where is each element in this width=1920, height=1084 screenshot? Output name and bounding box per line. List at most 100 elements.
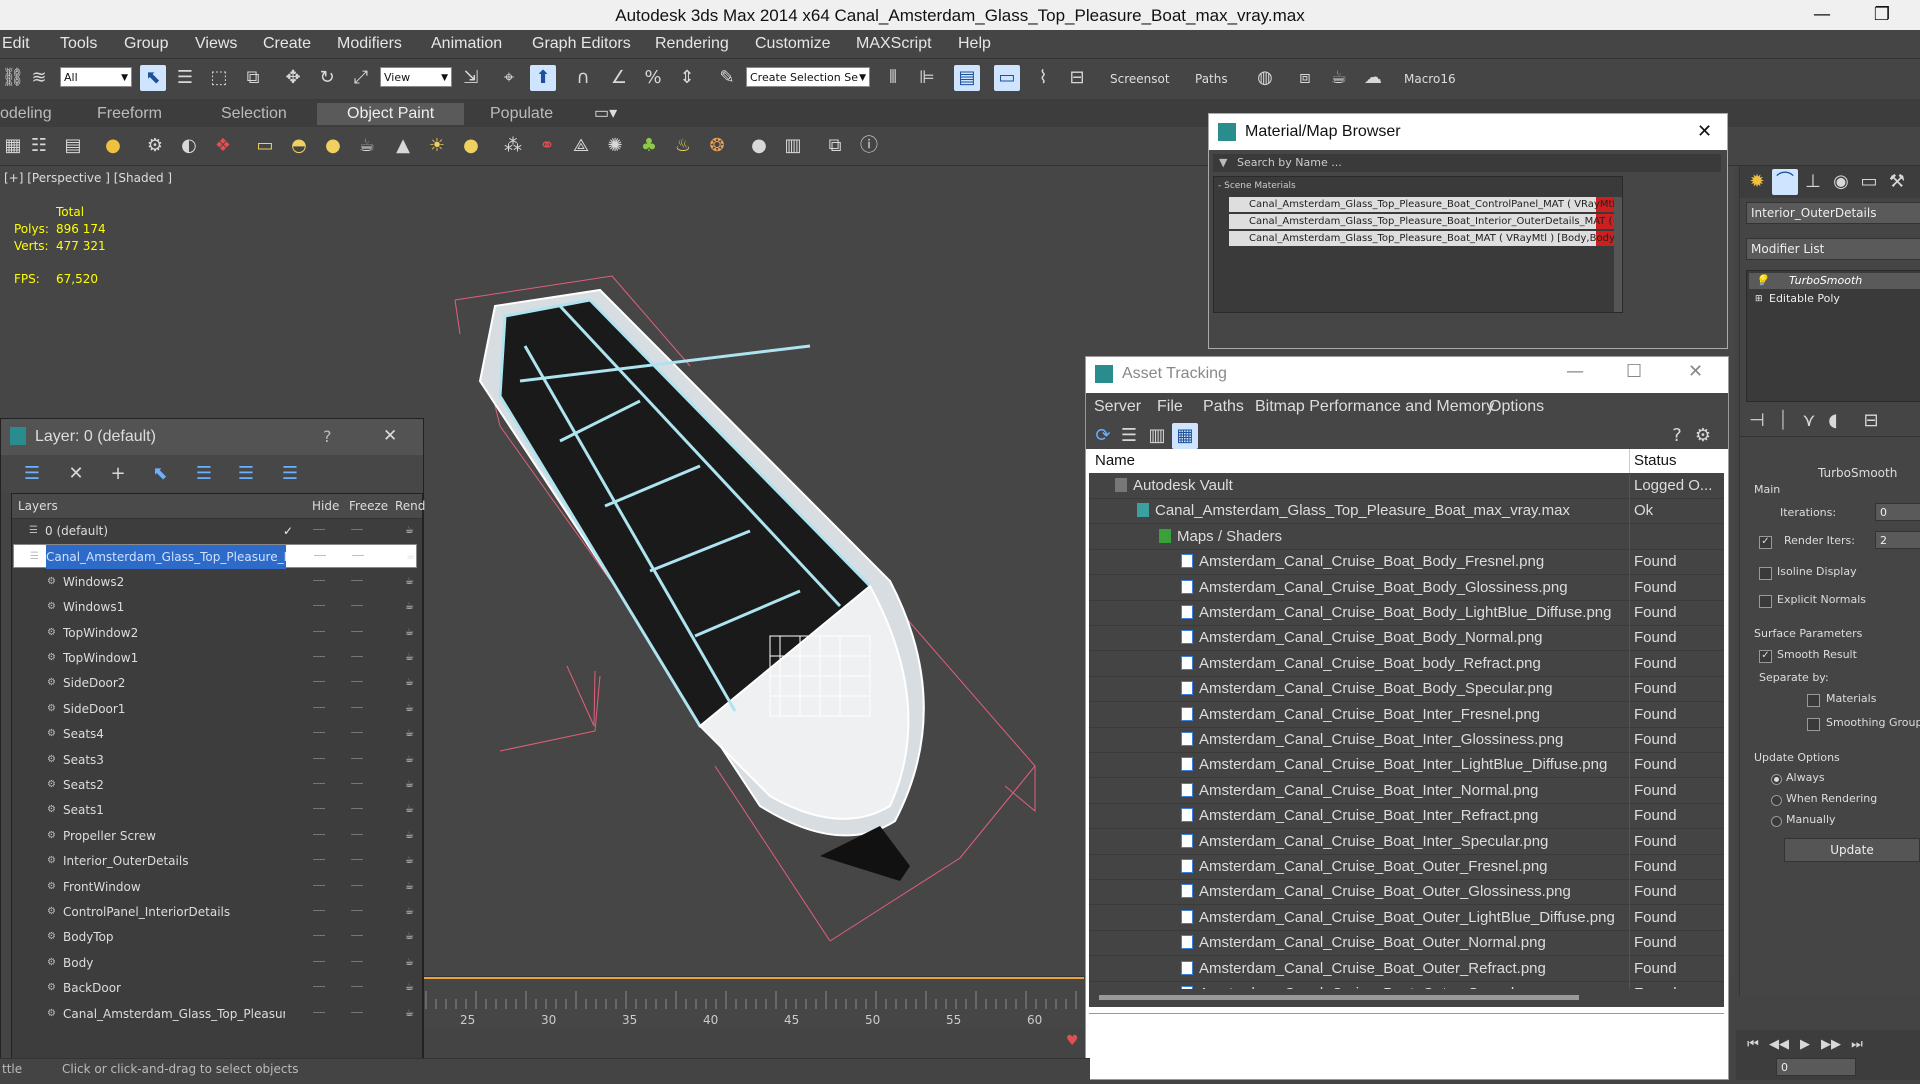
when-rendering-radio[interactable] <box>1771 795 1782 806</box>
render-teapot-icon[interactable]: ☕ <box>405 697 414 721</box>
render-teapot-icon[interactable]: ☕ <box>405 925 414 949</box>
active-layer-check-icon[interactable]: ✓ <box>283 519 293 543</box>
vray-lens-icon[interactable]: ❂ <box>704 133 730 159</box>
layer-row[interactable]: ⚙ ControlPanel_InteriorDetails ┄┄ ┄┄ ☕ <box>13 900 417 924</box>
layer-row[interactable]: ⚙ BackDoor ┄┄ ┄┄ ☕ <box>13 976 417 1000</box>
layer-toggle-dots[interactable]: ┄┄ <box>313 722 325 746</box>
layer-toggle-dots[interactable]: ┄┄ <box>313 976 325 1000</box>
screenshot-script-button[interactable]: Screensot <box>1110 72 1170 86</box>
play-icon[interactable]: ▶ <box>1792 1032 1818 1058</box>
asset-horizontal-scrollbar[interactable] <box>1089 989 1724 1007</box>
layer-toggle-dots[interactable]: ┄┄ <box>313 519 325 543</box>
edit-named-selection-icon[interactable]: ✎ <box>714 65 740 91</box>
select-manipulate-icon[interactable]: ⇲ <box>458 65 484 91</box>
remove-modifier-icon[interactable]: ◖ <box>1820 408 1846 434</box>
material-search-field[interactable]: ▼ Search by Name ... <box>1213 154 1721 172</box>
layer-toggle-dots[interactable]: ┄┄ <box>351 875 363 899</box>
move-icon[interactable]: ✥ <box>280 65 306 91</box>
layer-row[interactable]: ⚙ TopWindow1 ┄┄ ┄┄ ☕ <box>13 646 417 670</box>
layer-toggle-dots[interactable]: ┄┄ <box>313 671 325 695</box>
manually-radio[interactable] <box>1771 816 1782 827</box>
tab-selection[interactable]: Selection <box>221 103 287 125</box>
keyboard-shortcut-icon[interactable]: ⌖ <box>496 65 522 91</box>
proxy-icon[interactable]: ⚭ <box>534 133 560 159</box>
menu-tools[interactable]: Tools <box>60 35 97 53</box>
layer-toggle-dots[interactable]: ┄┄ <box>351 697 363 721</box>
layer-toggle-dots[interactable]: ┄┄ <box>313 570 325 594</box>
vray-sphere-icon[interactable]: ● <box>458 133 484 159</box>
layer-row[interactable]: ⚙ Seats3 ┄┄ ┄┄ ☕ <box>13 748 417 772</box>
ribbon-toggle-icon[interactable]: ▭ <box>994 65 1020 91</box>
scene-explorer-icon[interactable]: ▦ <box>0 133 26 159</box>
col-hide[interactable]: Hide <box>312 494 339 518</box>
create-tab-icon[interactable]: ✹ <box>1744 169 1770 195</box>
select-by-name-icon[interactable]: ☰ <box>172 65 198 91</box>
layer-row[interactable]: ⚙ Propeller Screw ┄┄ ┄┄ ☕ <box>13 824 417 848</box>
material-item[interactable]: Canal_Amsterdam_Glass_Top_Pleasure_Boat_… <box>1229 231 1614 246</box>
show-end-result-icon[interactable]: ⏐ <box>1770 408 1796 434</box>
make-unique-icon[interactable]: ⋎ <box>1796 408 1822 434</box>
menu-animation[interactable]: Animation <box>431 35 502 53</box>
current-frame-field[interactable]: 0 <box>1776 1058 1856 1076</box>
hierarchy-tab-icon[interactable]: ⊥ <box>1800 169 1826 195</box>
layer-toggle-dots[interactable]: ┄┄ <box>351 748 363 772</box>
menu-maxscript[interactable]: MAXScript <box>856 35 932 53</box>
unlink-icon[interactable]: ≋ <box>26 65 52 91</box>
spinner-snap-icon[interactable]: ⇕ <box>674 65 700 91</box>
menu-edit[interactable]: Edit <box>2 35 30 53</box>
layer-toggle-dots[interactable]: ┄┄ <box>351 798 363 822</box>
layer-toggle-dots[interactable]: ┄┄ <box>313 595 325 619</box>
plane-icon[interactable]: ▭ <box>252 133 278 159</box>
help-icon[interactable]: ⓘ <box>856 133 882 159</box>
render-teapot-icon[interactable]: ☕ <box>405 976 414 1000</box>
asset-menu-server[interactable]: Server <box>1094 398 1141 416</box>
render-teapot-icon[interactable]: ☕ <box>405 773 414 797</box>
layer-row[interactable]: ⚙ Interior_OuterDetails ┄┄ ┄┄ ☕ <box>13 849 417 873</box>
material-browser-header[interactable]: Material/Map Browser ✕ <box>1209 114 1727 150</box>
smooth-result-checkbox[interactable]: ✓ <box>1759 650 1772 663</box>
layer-help-button[interactable]: ? <box>323 427 332 446</box>
hair-icon[interactable]: ♨ <box>670 133 696 159</box>
highlight-layer-icon[interactable]: ☰ <box>191 461 217 487</box>
layer-toggle-dots[interactable]: ┄┄ <box>313 1002 325 1026</box>
tab-populate[interactable]: Populate <box>490 103 553 125</box>
macro16-button[interactable]: Macro16 <box>1404 72 1456 86</box>
modifier-stack-item[interactable]: ⊞ Editable Poly <box>1749 291 1920 307</box>
material-ball-icon[interactable]: ● <box>746 133 772 159</box>
menu-graph-editors[interactable]: Graph Editors <box>532 35 631 53</box>
asset-maximize-button[interactable]: ☐ <box>1626 361 1642 382</box>
render-teapot-icon[interactable]: ☕ <box>405 519 414 543</box>
tab-object-paint[interactable]: Object Paint <box>317 103 465 125</box>
render-production-icon[interactable]: ☁ <box>1360 65 1386 91</box>
layer-toggle-dots[interactable]: ┄┄ <box>351 595 363 619</box>
configure-sets-icon[interactable]: ⊟ <box>1858 408 1884 434</box>
rollout-title[interactable]: TurboSmooth <box>1818 466 1897 480</box>
materials-checkbox[interactable] <box>1807 694 1820 707</box>
layer-toggle-dots[interactable]: ┄┄ <box>313 875 325 899</box>
grass-icon[interactable]: ♣ <box>636 133 662 159</box>
rect-selection-icon[interactable]: ⬚ <box>206 65 232 91</box>
layer-toggle-dots[interactable]: ┄┄ <box>313 621 325 645</box>
render-iters-spinner[interactable]: 2 <box>1875 531 1920 549</box>
layer-toggle-dots[interactable]: ┄┄ <box>351 849 363 873</box>
layer-toggle-dots[interactable]: ┄┄ <box>351 646 363 670</box>
layer-row[interactable]: ⚙ Canal_Amsterdam_Glass_Top_Pleasure_Boat… <box>13 1002 417 1026</box>
scrollbar-thumb[interactable] <box>1099 995 1579 1000</box>
layer-toggle-dots[interactable]: ┄┄ <box>351 1002 363 1026</box>
material-browser-close-button[interactable]: ✕ <box>1697 121 1712 142</box>
layer-row[interactable]: ⚙ Windows2 ┄┄ ┄┄ ☕ <box>13 570 417 594</box>
schematic-view-icon[interactable]: ⊟ <box>1064 65 1090 91</box>
angle-snap-icon[interactable]: ∠ <box>606 65 632 91</box>
fur-icon[interactable]: ⁂ <box>500 133 526 159</box>
layer-toggle-dots[interactable]: ┄┄ <box>351 976 363 1000</box>
scene-materials-header[interactable]: - Scene Materials <box>1218 181 1296 191</box>
layer-toggle-dots[interactable]: ┄┄ <box>351 519 363 543</box>
layer-toggle-dots[interactable]: ┄┄ <box>313 925 325 949</box>
layer-toggle-dots[interactable]: ┄┄ <box>351 671 363 695</box>
update-button[interactable]: Update <box>1784 838 1920 862</box>
restore-button[interactable]: ❐ <box>1862 2 1902 28</box>
col-name[interactable]: Name <box>1095 449 1135 473</box>
layer-toggle-dots[interactable]: ┄┄ <box>351 900 363 924</box>
list-view-icon[interactable]: ☰ <box>1116 423 1142 449</box>
layer-toggle-dots[interactable]: ┄┄ <box>351 621 363 645</box>
